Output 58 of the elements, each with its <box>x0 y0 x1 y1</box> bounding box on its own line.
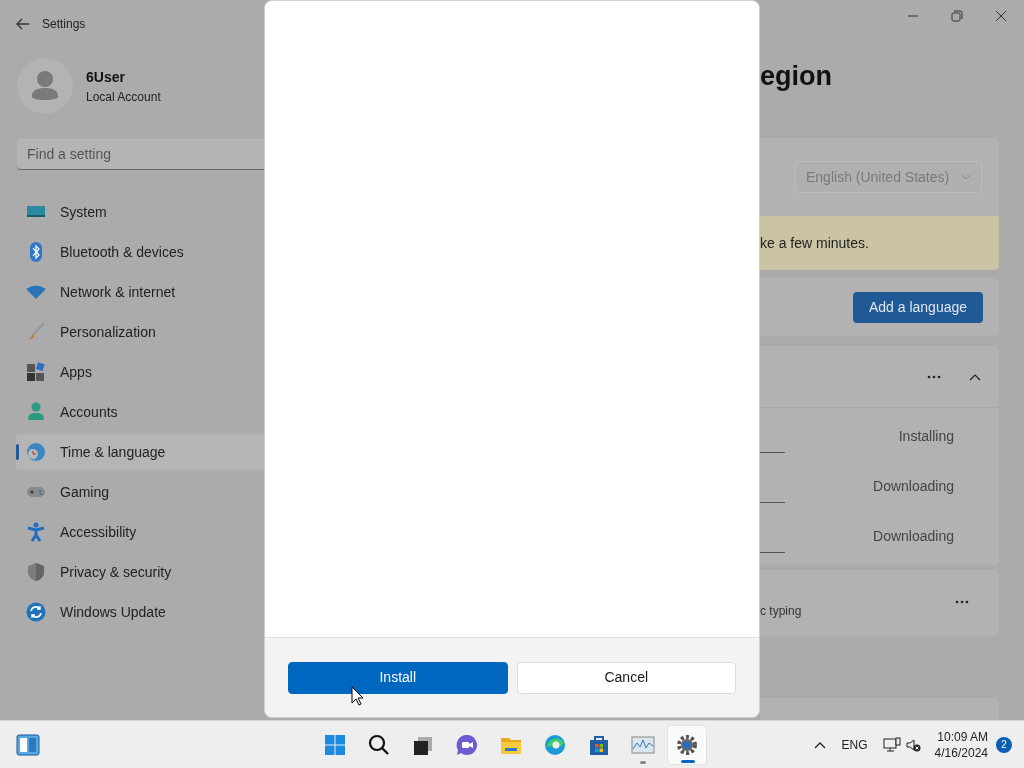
globe-clock-icon <box>26 442 46 462</box>
volume-muted-icon[interactable] <box>904 736 921 753</box>
account-name: 6User <box>86 67 126 87</box>
clock-time[interactable]: 10:09 AM <box>937 728 988 745</box>
sidebar-item[interactable]: System <box>16 194 264 230</box>
widgets-icon[interactable] <box>16 733 40 756</box>
install-status: Installing <box>898 426 954 446</box>
sidebar-item[interactable]: Bluetooth & devices <box>16 234 264 270</box>
close-icon[interactable] <box>995 10 1007 22</box>
install-button[interactable]: Install <box>288 661 508 694</box>
install-status: Downloading <box>873 526 954 546</box>
gear-icon[interactable] <box>675 733 699 757</box>
windows-icon[interactable] <box>323 733 347 757</box>
back-icon[interactable] <box>16 18 30 30</box>
sidebar-item[interactable]: Time & language <box>16 434 264 470</box>
sidebar-item[interactable]: Privacy & security <box>16 554 264 590</box>
chevron-down-icon <box>961 174 971 180</box>
page-title: egion <box>760 60 833 93</box>
chevron-up-icon[interactable] <box>813 740 826 749</box>
browser-icon[interactable] <box>543 733 567 757</box>
restore-icon[interactable] <box>951 10 963 22</box>
sidebar-item[interactable]: Gaming <box>16 474 264 510</box>
more-icon[interactable] <box>955 600 969 604</box>
shield-icon <box>26 562 46 582</box>
window-title: Settings <box>42 16 86 33</box>
notification-badge[interactable]: 2 <box>996 736 1012 753</box>
notice-banner: ke a few minutes. <box>760 216 999 270</box>
search-field[interactable]: Find a setting <box>17 139 264 170</box>
sidebar-item[interactable]: Apps <box>16 354 264 390</box>
cancel-button[interactable]: Cancel <box>516 661 736 694</box>
store-icon[interactable] <box>587 733 611 757</box>
sidebar-item[interactable]: Windows Update <box>16 594 264 630</box>
brush-icon <box>26 322 46 342</box>
account-type: Local Account <box>86 88 161 106</box>
update-icon <box>26 602 46 622</box>
selection-indicator <box>16 444 19 460</box>
add-language-button[interactable]: Add a language <box>853 291 983 323</box>
install-status: Downloading <box>873 476 954 496</box>
sidebar-item[interactable]: Network & internet <box>16 274 264 310</box>
sidebar-item[interactable]: Personalization <box>16 314 264 350</box>
person-icon <box>26 402 46 422</box>
accessibility-icon <box>26 522 46 542</box>
sidebar-item[interactable]: Accounts <box>16 394 264 430</box>
cursor-icon <box>351 686 364 706</box>
network-icon[interactable] <box>882 736 901 753</box>
more-icon[interactable] <box>927 374 941 379</box>
search-icon[interactable] <box>367 733 391 757</box>
chevron-up-icon[interactable] <box>969 372 981 381</box>
monitor-chart-icon[interactable] <box>631 733 655 757</box>
input-language[interactable]: ENG <box>841 735 868 754</box>
clock-date[interactable]: 4/16/2024 <box>934 744 988 761</box>
sidebar-item[interactable]: Accessibility <box>16 514 264 550</box>
apps-icon <box>26 362 46 382</box>
avatar-icon <box>17 58 73 114</box>
active-indicator <box>681 760 695 763</box>
chat-icon[interactable] <box>455 733 479 757</box>
typing-label: c typing <box>760 603 802 620</box>
running-indicator <box>640 761 646 764</box>
